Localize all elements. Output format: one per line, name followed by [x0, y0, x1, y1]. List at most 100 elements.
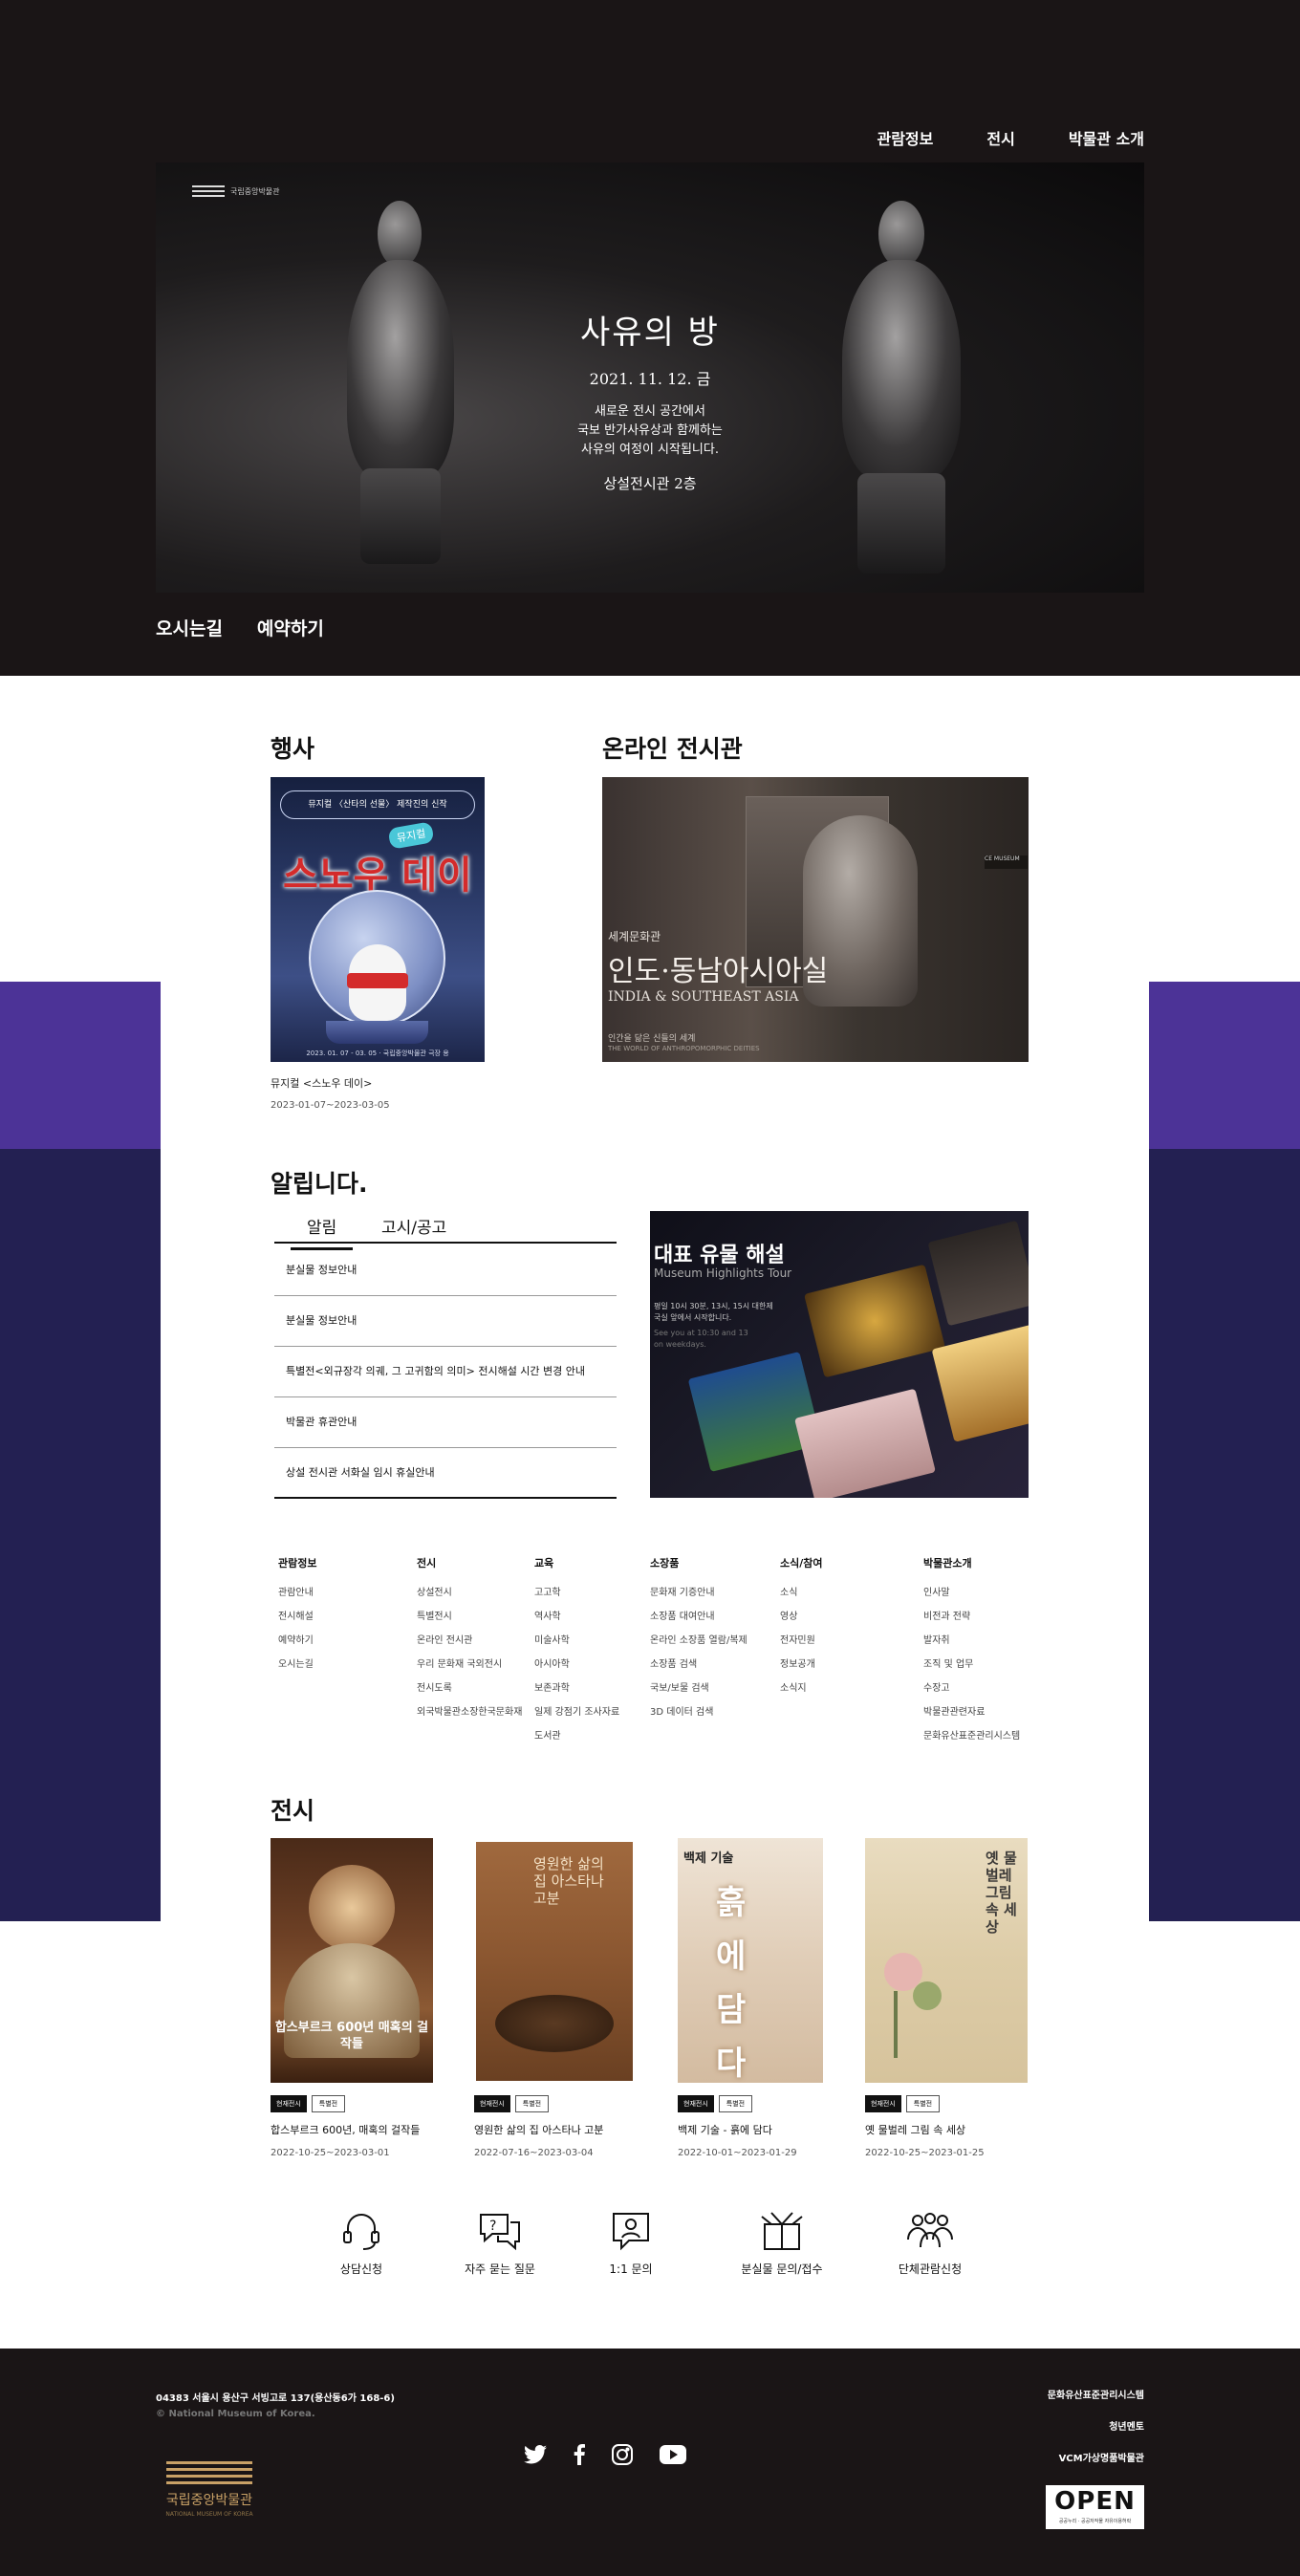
site-link[interactable]: 소식: [780, 1584, 823, 1608]
service-faq[interactable]: ? 자주 묻는 질문: [450, 2211, 550, 2277]
status-badge: 특별전: [311, 2095, 346, 2112]
site-link[interactable]: 예약하기: [278, 1632, 316, 1656]
youtube-icon[interactable]: [660, 2445, 686, 2464]
tab-announcement[interactable]: 고시/공고: [381, 1214, 446, 1238]
service-group-tour[interactable]: 단체관람신청: [887, 2211, 973, 2277]
status-badge: 현재전시: [678, 2095, 714, 2112]
poster-text: 영원한 삶의 집 아스타나 고분: [533, 1855, 604, 1907]
nav-visit-info[interactable]: 관람정보: [877, 126, 933, 149]
hero-banner[interactable]: 국립중앙박물관 사유의 방 2021. 11. 12. 금 새로운 전시 공간에…: [156, 162, 1144, 593]
decor-band-right-purple: [1149, 982, 1300, 1149]
exhibition-poster[interactable]: 영원한 삶의 집 아스타나 고분: [476, 1842, 633, 2081]
site-link[interactable]: 발자취: [923, 1632, 1020, 1656]
site-link[interactable]: 문화재 기증안내: [650, 1584, 748, 1608]
site-link[interactable]: 조직 및 업무: [923, 1656, 1020, 1679]
site-link[interactable]: 문화유산표준관리시스템: [923, 1727, 1020, 1751]
footer-logo[interactable]: 국립중앙박물관 NATIONAL MUSEUM OF KOREA: [165, 2461, 253, 2518]
status-badge: 현재전시: [474, 2095, 510, 2112]
site-link[interactable]: 전시도록: [417, 1679, 522, 1703]
highlights-tour-banner[interactable]: 대표 유물 해설 Museum Highlights Tour 평일 10시 3…: [650, 1211, 1029, 1498]
list-item[interactable]: 분실물 정보안내: [274, 1245, 617, 1296]
photo-card: [794, 1388, 936, 1498]
site-link[interactable]: 오시는길: [278, 1656, 316, 1679]
directions-link[interactable]: 오시는길: [156, 615, 223, 640]
site-link[interactable]: 아시아학: [534, 1656, 619, 1679]
list-item[interactable]: 상설 전시관 서화실 임시 휴실안내: [274, 1448, 617, 1499]
site-link[interactable]: 소장품 검색: [650, 1656, 748, 1679]
site-link[interactable]: 외국박물관소장한국문화재: [417, 1703, 522, 1727]
reservation-link[interactable]: 예약하기: [257, 615, 324, 640]
instagram-icon[interactable]: [612, 2444, 633, 2465]
site-link[interactable]: 온라인 전시관: [417, 1632, 522, 1656]
nav-exhibition[interactable]: 전시: [986, 126, 1014, 149]
site-link[interactable]: 박물관관련자료: [923, 1703, 1020, 1727]
poster-text: 흙에 담다: [716, 1884, 747, 2083]
link-column-visit: 관람정보 관람안내 전시해설 예약하기 오시는길: [278, 1555, 316, 1679]
service-inquiry[interactable]: 1:1 문의: [593, 2211, 669, 2277]
site-link[interactable]: 국보/보물 검색: [650, 1679, 748, 1703]
status-badge: 현재전시: [865, 2095, 901, 2112]
exhibition-title[interactable]: 백제 기술 - 흙에 담다: [678, 2122, 772, 2137]
list-item[interactable]: 특별전<외규장각 의궤, 그 고귀함의 의미> 전시해설 시간 변경 안내: [274, 1347, 617, 1397]
site-link[interactable]: 관람안내: [278, 1584, 316, 1608]
site-links: 관람정보 관람안내 전시해설 예약하기 오시는길 전시 상설전시 특별전시 온라…: [278, 1555, 1043, 1756]
site-link[interactable]: 특별전시: [417, 1608, 522, 1632]
top-nav: 관람정보 전시 박물관 소개: [823, 126, 1144, 149]
site-link[interactable]: 인사말: [923, 1584, 1020, 1608]
site-link[interactable]: 보존과학: [534, 1679, 619, 1703]
nav-about[interactable]: 박물관 소개: [1069, 126, 1144, 149]
service-lost-found[interactable]: 분실물 문의/접수: [725, 2211, 839, 2277]
exhibition-title[interactable]: 영원한 삶의 집 아스타나 고분: [474, 2122, 603, 2137]
site-link[interactable]: 미술사학: [534, 1632, 619, 1656]
footer-link[interactable]: VCM가상명품박물관: [1048, 2450, 1144, 2464]
site-link[interactable]: 3D 데이터 검색: [650, 1703, 748, 1727]
list-item[interactable]: 분실물 정보안내: [274, 1296, 617, 1347]
site-link[interactable]: 일제 강점기 조사자료: [534, 1703, 619, 1727]
event-caption[interactable]: 뮤지컬 <스노우 데이>: [271, 1075, 372, 1091]
site-link[interactable]: 역사학: [534, 1608, 619, 1632]
exhibition-poster[interactable]: 옛 물벌레 그림 속 세상: [865, 1838, 1028, 2083]
service-consult[interactable]: 상담신청: [323, 2211, 400, 2277]
exhibition-poster[interactable]: 백제 기술 흙에 담다: [678, 1838, 823, 2083]
site-link[interactable]: 도서관: [534, 1727, 619, 1751]
highlights-desc-en: See you at 10:30 and 13 on weekdays.: [654, 1329, 748, 1349]
site-link[interactable]: 정보공개: [780, 1656, 823, 1679]
footer-link[interactable]: 청년멘토: [1048, 2418, 1144, 2433]
hero-logo: 국립중앙박물관: [192, 185, 280, 197]
site-link[interactable]: 상설전시: [417, 1584, 522, 1608]
open-license-badge[interactable]: OPEN 공공누리 · 공공저작물 자유이용허락: [1046, 2485, 1144, 2529]
tab-notice[interactable]: 알림: [290, 1214, 354, 1250]
site-link[interactable]: 비전과 전략: [923, 1608, 1020, 1632]
status-badge: 특별전: [514, 2095, 550, 2112]
site-link[interactable]: 고고학: [534, 1584, 619, 1608]
globe-stand: [326, 1021, 428, 1044]
site-link[interactable]: 소식지: [780, 1679, 823, 1703]
status-badge: 특별전: [905, 2095, 941, 2112]
facebook-icon[interactable]: [574, 2444, 585, 2465]
link-column-about: 박물관소개 인사말 비전과 전략 발자취 조직 및 업무 수장고 박물관관련자료…: [923, 1555, 1020, 1751]
service-label: 자주 묻는 질문: [465, 2262, 535, 2276]
exhibition-title[interactable]: 합스부르크 600년, 매혹의 걸작들: [271, 2122, 420, 2137]
open-badge-text: OPEN: [1054, 2487, 1136, 2516]
site-link[interactable]: 수장고: [923, 1679, 1020, 1703]
list-item[interactable]: 박물관 휴관안내: [274, 1397, 617, 1448]
event-poster[interactable]: 뮤지컬 〈산타의 선물〉 제작진의 신작 뮤지컬 스노우 데이 2023. 01…: [271, 777, 485, 1062]
exhibition-title[interactable]: 옛 물벌레 그림 속 세상: [865, 2122, 965, 2137]
exhibition-date: 2022-10-25~2023-03-01: [271, 2148, 390, 2158]
site-link[interactable]: 우리 문화재 국외전시: [417, 1656, 522, 1679]
site-link[interactable]: 온라인 소장품 열람/복제: [650, 1632, 748, 1656]
site-link[interactable]: 영상: [780, 1608, 823, 1632]
footer-logo-sub: NATIONAL MUSEUM OF KOREA: [165, 2511, 253, 2518]
service-label: 단체관람신청: [898, 2262, 963, 2276]
site-link[interactable]: 전자민원: [780, 1632, 823, 1656]
hero-location: 상설전시관 2층: [603, 475, 697, 492]
online-exhibition-banner[interactable]: CE MUSEUM 세계문화관 인도·동남아시아실 INDIA & SOUTHE…: [602, 777, 1029, 1062]
site-link[interactable]: 소장품 대여안내: [650, 1608, 748, 1632]
event-date: 2023-01-07~2023-03-05: [271, 1100, 390, 1111]
site-link[interactable]: 전시해설: [278, 1608, 316, 1632]
decor-band-right-navy: [1149, 1149, 1300, 1921]
footer-link[interactable]: 문화유산표준관리시스템: [1048, 2387, 1144, 2401]
top-hero-section: 관람정보 전시 박물관 소개 국립중앙박물관 사유의 방 2021. 11. 1…: [0, 0, 1300, 676]
twitter-icon[interactable]: [524, 2445, 547, 2464]
exhibition-poster[interactable]: 합스부르크 600년 매혹의 걸작들: [271, 1838, 433, 2083]
